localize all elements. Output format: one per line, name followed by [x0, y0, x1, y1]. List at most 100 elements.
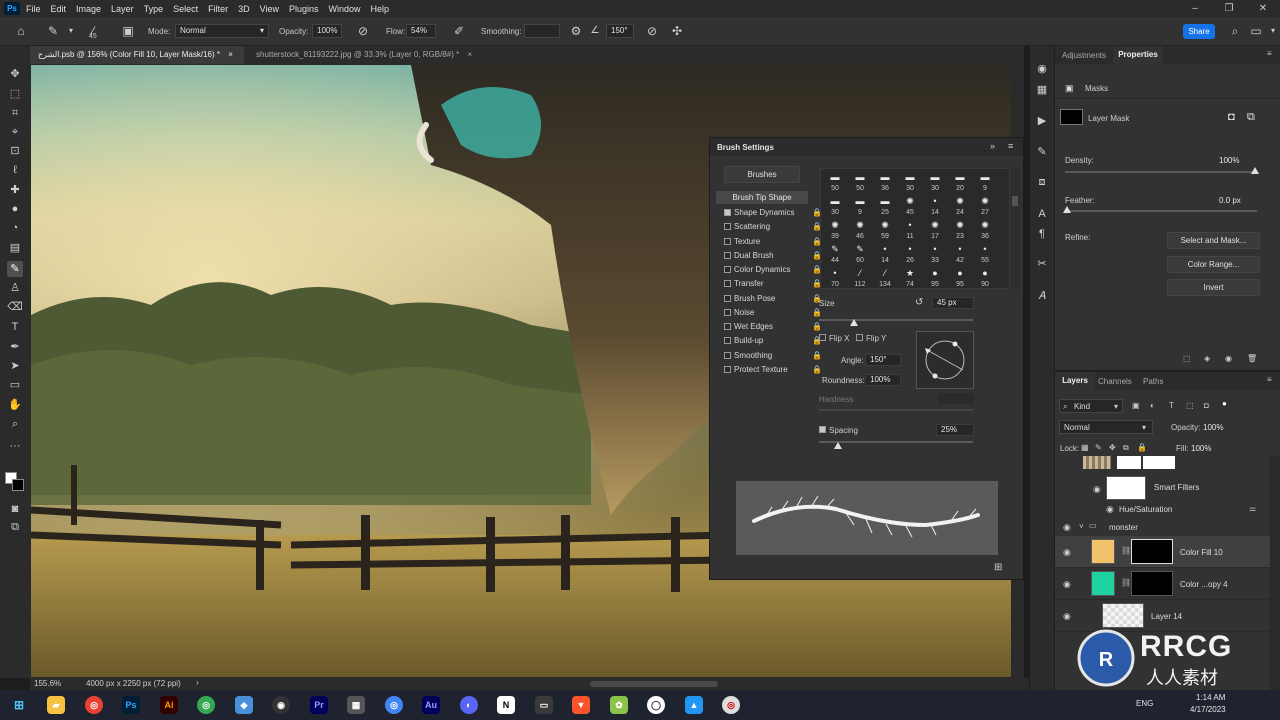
notion-icon[interactable]: N — [497, 696, 515, 714]
option-checkbox[interactable] — [724, 223, 731, 230]
brush-tool-icon[interactable]: ✎ — [7, 261, 23, 277]
lock-icon[interactable]: 🔒 — [812, 279, 822, 288]
search-icon[interactable]: ⌕ — [1228, 24, 1242, 38]
close-icon[interactable]: × — [467, 50, 472, 59]
menu-window[interactable]: Window — [329, 4, 361, 14]
lock-image-icon[interactable]: ✎ — [1095, 443, 1102, 452]
smart-filter-mask-thumb[interactable] — [1106, 476, 1146, 500]
menu-image[interactable]: Image — [76, 4, 101, 14]
tab-paths[interactable]: Paths — [1143, 377, 1163, 386]
panel-menu-icon[interactable]: ≡ — [1267, 375, 1272, 384]
brush-tip[interactable]: ✺ 23 — [948, 219, 972, 243]
filter-toggle-icon[interactable]: ● — [1222, 399, 1227, 408]
app-icon[interactable]: ◎ — [722, 696, 740, 714]
color-range-button[interactable]: Color Range... — [1167, 256, 1260, 273]
brush-tip[interactable]: ✎ 44 — [823, 243, 847, 267]
brush-tip[interactable]: ▬ 20 — [948, 171, 972, 195]
blur-tool-icon[interactable]: ● — [7, 201, 23, 217]
menu-layer[interactable]: Layer — [111, 4, 134, 14]
workspace-icon[interactable]: ▭ — [1249, 24, 1263, 38]
brush-tip[interactable]: ✺ 27 — [973, 195, 997, 219]
dodge-tool-icon[interactable]: ◔ — [7, 220, 23, 236]
brush-option-build-up[interactable]: Build-up 🔒 — [724, 334, 822, 347]
menu-edit[interactable]: Edit — [51, 4, 67, 14]
close-icon[interactable]: ✕ — [1246, 0, 1280, 17]
option-checkbox[interactable] — [724, 280, 731, 287]
brush-tip[interactable]: ▬ 9 — [973, 171, 997, 195]
brush-option-color-dynamics[interactable]: Color Dynamics 🔒 — [724, 263, 822, 276]
spacing-slider-knob[interactable] — [834, 442, 842, 449]
lock-pixels-icon[interactable]: ▦ — [1081, 443, 1089, 452]
menu-file[interactable]: File — [26, 4, 41, 14]
brush-option-shape-dynamics[interactable]: Shape Dynamics 🔒 — [724, 206, 822, 219]
filter-type-icon[interactable]: T — [1169, 401, 1174, 410]
libraries-icon[interactable]: ▦ — [1034, 82, 1050, 98]
layer-thumb[interactable] — [1091, 571, 1115, 596]
brush-tip[interactable]: ▬ 30 — [823, 195, 847, 219]
brush-tip[interactable]: ✺ 39 — [823, 219, 847, 243]
lock-icon[interactable]: 🔒 — [812, 351, 822, 360]
angle-input[interactable]: 150° — [865, 354, 901, 366]
brush-option-wet-edges[interactable]: Wet Edges 🔒 — [724, 320, 822, 333]
healing-tool-icon[interactable]: ✚ — [7, 182, 23, 198]
pen-tool-icon[interactable]: ✒ — [7, 339, 23, 355]
path-select-tool-icon[interactable]: ➤ — [7, 358, 23, 374]
lock-icon[interactable]: 🔒 — [812, 365, 822, 374]
chrome-icon[interactable]: ◎ — [385, 696, 403, 714]
collapse-icon[interactable]: » — [990, 141, 995, 151]
app-icon[interactable]: ✿ — [610, 696, 628, 714]
brush-option-protect-texture[interactable]: Protect Texture 🔒 — [724, 363, 822, 376]
brush-tool-icon[interactable]: ✎ — [46, 24, 60, 38]
app-icon[interactable]: ◆ — [235, 696, 253, 714]
symmetry-icon[interactable]: ✣ — [670, 24, 684, 38]
layer-opacity-value[interactable]: 100% — [1203, 423, 1223, 432]
flow-input[interactable]: 54% — [406, 24, 436, 38]
lock-icon[interactable]: 🔒 — [812, 222, 822, 231]
brush-tip[interactable]: ▬ 30 — [923, 171, 947, 195]
chevron-right-icon[interactable]: › — [196, 678, 199, 687]
lock-icon[interactable]: 🔒 — [812, 265, 822, 274]
option-checkbox[interactable] — [724, 366, 731, 373]
menu-view[interactable]: View — [260, 4, 279, 14]
filter-smart-icon[interactable]: ◘ — [1204, 401, 1209, 410]
smoothing-input[interactable] — [524, 24, 560, 38]
feather-slider-knob[interactable] — [1063, 206, 1071, 213]
option-checkbox[interactable] — [724, 352, 731, 359]
blend-mode-select[interactable]: Normal ▾ — [1059, 420, 1153, 434]
brush-option-scattering[interactable]: Scattering 🔒 — [724, 220, 822, 233]
minimize-icon[interactable]: – — [1178, 0, 1212, 17]
brush-option-texture[interactable]: Texture 🔒 — [724, 235, 822, 248]
brush-tip[interactable]: ✎ 60 — [848, 243, 872, 267]
new-brush-icon[interactable]: ⊞ — [994, 562, 1002, 573]
obs-icon[interactable]: ◉ — [272, 696, 290, 714]
brave-icon[interactable]: ▼ — [572, 696, 590, 714]
windows-start-icon[interactable]: ⊞ — [10, 696, 28, 714]
brush-tip[interactable]: ★ 74 — [898, 267, 922, 291]
share-button[interactable]: Share — [1183, 24, 1215, 39]
eye-icon[interactable]: ◉ — [1063, 611, 1073, 621]
layer-mask-thumb[interactable] — [1131, 539, 1173, 564]
invert-button[interactable]: Invert — [1167, 279, 1260, 296]
tab-layers[interactable]: Layers — [1055, 372, 1095, 390]
brush-option-brush-pose[interactable]: Brush Pose 🔒 — [724, 292, 822, 305]
lasso-tool-icon[interactable]: ℓ — [7, 162, 23, 178]
pressure-opacity-icon[interactable]: ⊘ — [356, 24, 370, 38]
flip-x-checkbox[interactable] — [819, 334, 826, 341]
brush-tip[interactable]: ✺ 59 — [873, 219, 897, 243]
quick-mask-icon[interactable]: ◙ — [7, 501, 23, 517]
chevron-down-icon[interactable]: ▾ — [64, 24, 78, 38]
size-slider-knob[interactable] — [850, 319, 858, 326]
brush-settings-icon[interactable]: ✎ — [1034, 144, 1050, 160]
feather-value[interactable]: 0.0 px — [1219, 196, 1241, 205]
premiere-taskbar-icon[interactable]: Pr — [310, 696, 328, 714]
frame-tool-icon[interactable]: ⊡ — [7, 143, 23, 159]
lock-icon[interactable]: 🔒 — [812, 251, 822, 260]
calculator-icon[interactable]: ▦ — [347, 696, 365, 714]
character-icon[interactable]: A — [1034, 206, 1050, 222]
chevron-down-icon[interactable]: ▾ — [1266, 24, 1280, 38]
brush-tip[interactable]: ⁄ 112 — [848, 267, 872, 291]
brush-tip[interactable]: ● 95 — [923, 267, 947, 291]
tab-document-1[interactable]: الشرح.psb @ 156% (Color Fill 10, Layer M… — [30, 46, 244, 64]
density-value[interactable]: 100% — [1219, 156, 1239, 165]
menu-help[interactable]: Help — [371, 4, 390, 14]
